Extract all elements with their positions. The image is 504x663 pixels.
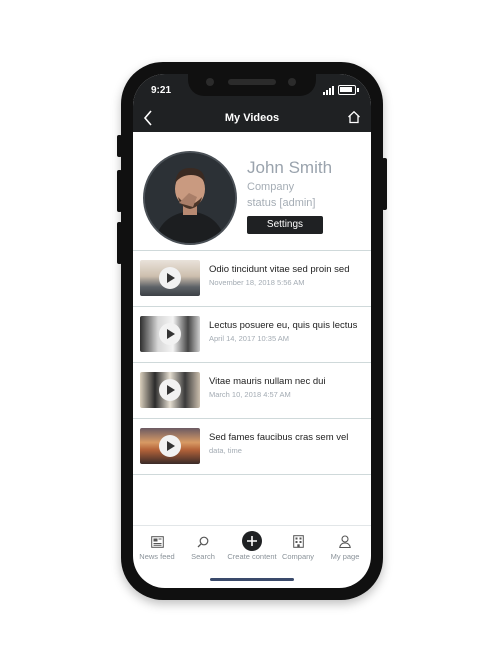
video-thumbnail[interactable] <box>140 316 200 352</box>
nav-my-page[interactable]: My page <box>322 526 368 566</box>
battery-icon <box>338 85 359 95</box>
bottom-nav: News feed Search Create content Company … <box>133 525 371 566</box>
home-indicator[interactable] <box>210 578 294 581</box>
plus-circle-icon <box>229 531 275 551</box>
video-thumbnail[interactable] <box>140 428 200 464</box>
user-icon <box>322 535 368 549</box>
profile-section: John Smith Company status [admin] Settin… <box>133 132 371 251</box>
notch <box>188 74 316 96</box>
video-item[interactable]: Lectus posuere eu, quis quis lectus Apri… <box>133 307 371 363</box>
building-icon <box>275 535 321 549</box>
video-date: data, time <box>209 446 242 455</box>
nav-label: Company <box>281 552 315 561</box>
nav-company[interactable]: Company <box>275 526 321 566</box>
speaker-grille <box>228 79 276 85</box>
app-header: 9:21 My Videos <box>133 74 371 132</box>
play-icon[interactable] <box>159 267 181 289</box>
profile-company: Company <box>247 181 295 193</box>
video-date: April 14, 2017 10:35 AM <box>209 334 290 343</box>
signal-icon <box>323 86 335 95</box>
video-list: Odio tincidunt vitae sed proin sed Novem… <box>133 251 371 475</box>
page-title: My Videos <box>224 112 280 124</box>
play-icon[interactable] <box>159 323 181 345</box>
video-date: November 18, 2018 5:56 AM <box>209 278 305 287</box>
profile-status: status [admin] <box>247 197 316 209</box>
video-item[interactable]: Odio tincidunt vitae sed proin sed Novem… <box>133 251 371 307</box>
settings-button[interactable]: Settings <box>247 216 323 234</box>
sensor-dot <box>288 78 296 86</box>
power-button <box>382 158 387 210</box>
camera-dot <box>206 78 214 86</box>
video-item[interactable]: Vitae mauris nullam nec dui March 10, 20… <box>133 363 371 419</box>
newspaper-icon <box>134 535 180 549</box>
avatar <box>143 151 237 245</box>
nav-label: My page <box>330 552 360 561</box>
nav-search[interactable]: Search <box>180 526 226 566</box>
nav-news-feed[interactable]: News feed <box>134 526 180 566</box>
volume-down-button <box>117 222 122 264</box>
home-icon[interactable] <box>347 110 361 129</box>
volume-up-button <box>117 170 122 212</box>
video-date: March 10, 2018 4:57 AM <box>209 390 291 399</box>
phone-screen: 9:21 My Videos John Smith Company status… <box>133 74 371 588</box>
profile-name: John Smith <box>247 158 333 177</box>
status-time: 9:21 <box>151 85 172 96</box>
play-icon[interactable] <box>159 435 181 457</box>
play-icon[interactable] <box>159 379 181 401</box>
video-item[interactable]: Sed fames faucibus cras sem vel data, ti… <box>133 419 371 475</box>
mute-switch <box>117 135 122 157</box>
video-title: Sed fames faucibus cras sem vel <box>209 432 349 443</box>
nav-create-content[interactable]: Create content <box>227 526 277 566</box>
search-icon <box>180 535 226 549</box>
video-title: Lectus posuere eu, quis quis lectus <box>209 320 358 331</box>
video-title: Odio tincidunt vitae sed proin sed <box>209 264 350 275</box>
nav-label: Search <box>191 552 215 561</box>
video-thumbnail[interactable] <box>140 260 200 296</box>
video-thumbnail[interactable] <box>140 372 200 408</box>
video-title: Vitae mauris nullam nec dui <box>209 376 326 387</box>
